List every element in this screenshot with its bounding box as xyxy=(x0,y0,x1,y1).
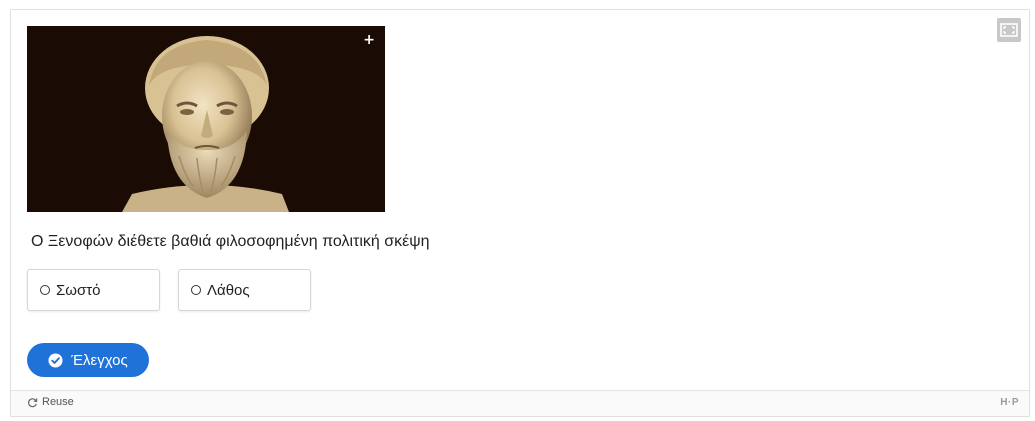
bust-image: + xyxy=(27,26,385,212)
fullscreen-button[interactable] xyxy=(997,18,1021,42)
answer-label: Λάθος xyxy=(207,281,250,299)
h5p-content: + Ο Ξενοφών διέθετε βαθιά φιλοσοφημένη π… xyxy=(10,9,1030,417)
radio-circle-icon xyxy=(191,285,201,295)
expand-icon[interactable]: + xyxy=(363,33,375,47)
h5p-logo[interactable]: H·P xyxy=(1000,397,1019,408)
bust-illustration xyxy=(27,26,385,212)
radio-circle-icon xyxy=(40,285,50,295)
check-button[interactable]: Έλεγχος xyxy=(27,343,149,377)
reuse-button[interactable]: Reuse xyxy=(27,396,74,408)
answer-label: Σωστό xyxy=(56,281,101,299)
refresh-icon xyxy=(28,397,38,407)
footer-bar: Reuse H·P xyxy=(11,390,1029,416)
question-text: Ο Ξενοφών διέθετε βαθιά φιλοσοφημένη πολ… xyxy=(31,233,430,250)
answer-option-false[interactable]: Λάθος xyxy=(178,269,311,311)
check-circle-icon xyxy=(48,352,63,368)
answer-option-true[interactable]: Σωστό xyxy=(27,269,160,311)
reuse-label: Reuse xyxy=(42,396,74,408)
fullscreen-icon xyxy=(1000,23,1018,37)
check-button-label: Έλεγχος xyxy=(71,351,128,369)
